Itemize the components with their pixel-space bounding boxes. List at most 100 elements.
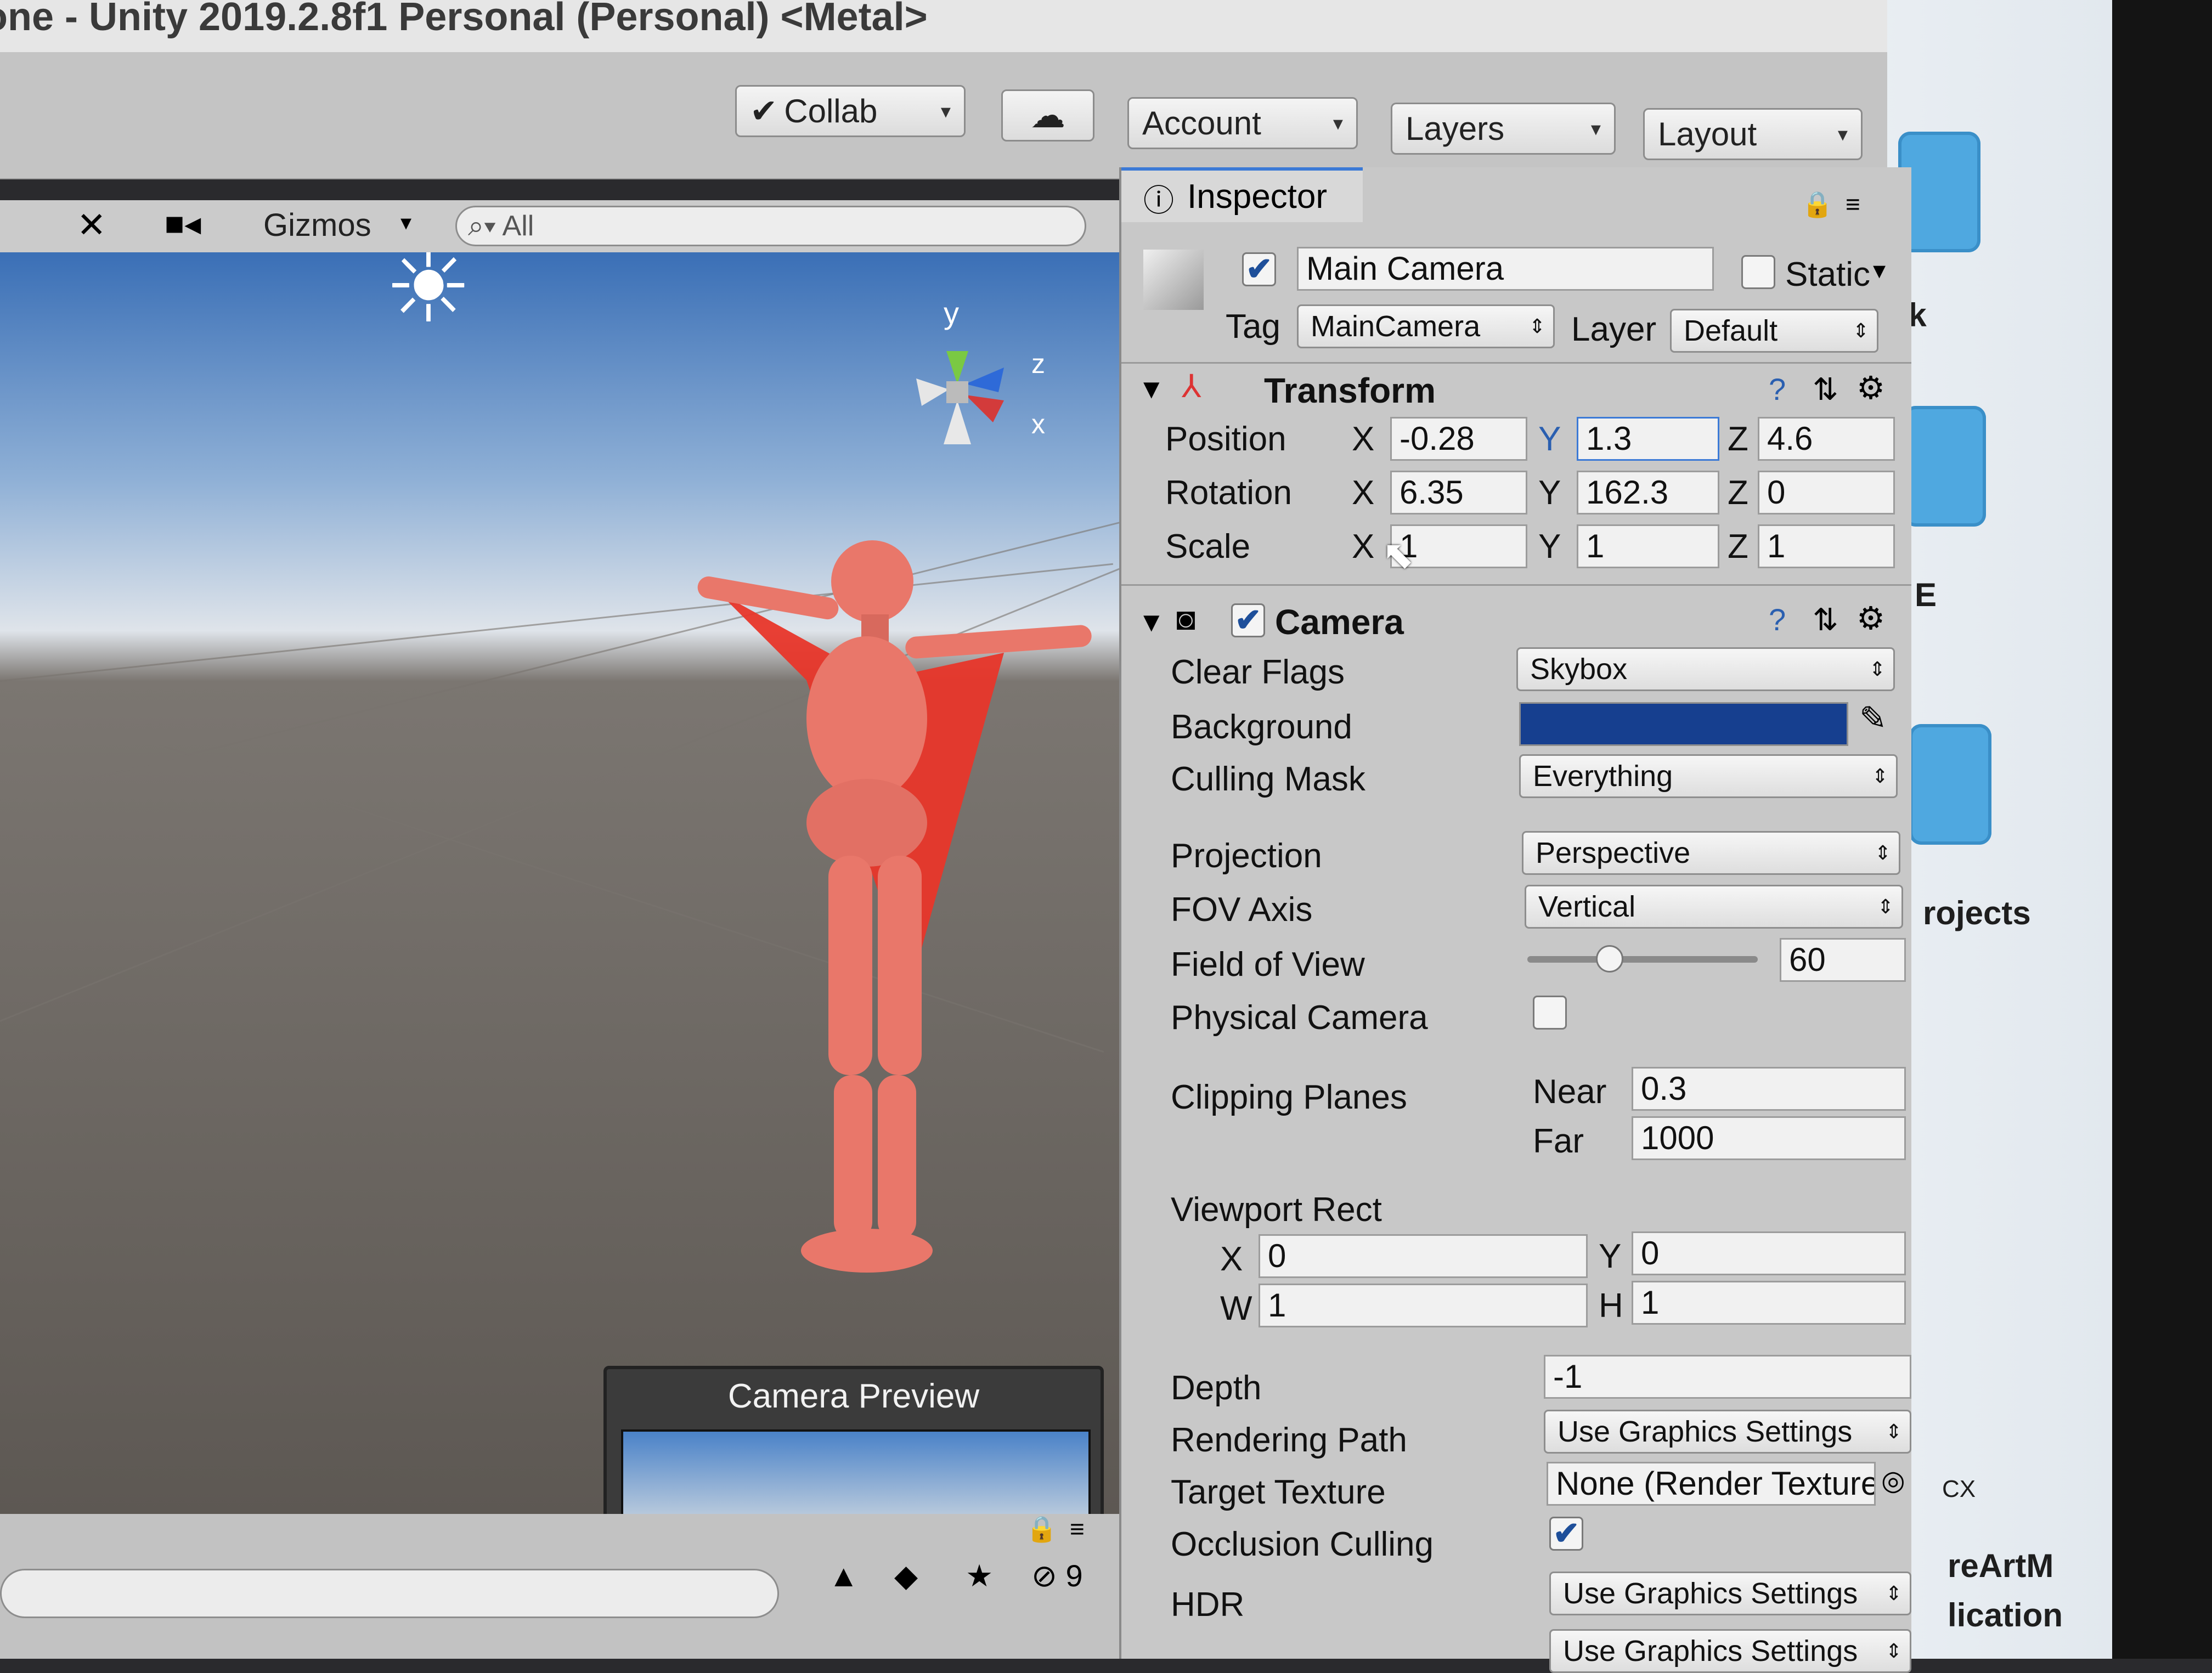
desktop-label: E [1915, 576, 1937, 613]
clear-flags-label: Clear Flags [1171, 653, 1345, 691]
rotation-x-field[interactable]: 6.35 [1390, 471, 1527, 515]
projection-dropdown[interactable]: Perspective ⇕ [1522, 831, 1900, 875]
project-search-input[interactable] [0, 1569, 779, 1618]
background-color-swatch[interactable] [1519, 702, 1848, 746]
lock-icon[interactable]: 🔒 [1026, 1514, 1057, 1544]
star-icon[interactable]: ★ [966, 1558, 993, 1594]
preset-icon[interactable]: ⇅ [1813, 371, 1838, 408]
camera-preview-panel: Camera Preview [603, 1366, 1104, 1514]
updown-icon: ⇕ [1874, 841, 1891, 864]
help-icon[interactable]: ? [1769, 602, 1786, 637]
scale-y-field[interactable]: 1 [1577, 524, 1719, 568]
target-texture-label: Target Texture [1171, 1473, 1386, 1511]
object-picker-icon[interactable]: ◎ [1881, 1465, 1905, 1496]
lock-icon[interactable]: 🔒 [1802, 189, 1833, 219]
viewport-w-field[interactable]: 1 [1259, 1284, 1588, 1327]
cloud-button[interactable]: ☁ [1001, 89, 1094, 142]
near-field[interactable]: 0.3 [1632, 1067, 1906, 1111]
position-z-field[interactable]: 4.6 [1758, 417, 1895, 461]
fov-field[interactable]: 60 [1780, 938, 1906, 982]
info-icon: ⓘ [1143, 183, 1174, 218]
eyedropper-icon[interactable]: ✎ [1859, 699, 1887, 738]
rotation-y-field[interactable]: 162.3 [1577, 471, 1719, 515]
account-dropdown[interactable]: Account ▾ [1127, 97, 1358, 149]
layer-value: Default [1684, 314, 1778, 347]
viewport-h-field[interactable]: 1 [1632, 1281, 1906, 1325]
tools-icon[interactable]: ✕ [77, 205, 106, 246]
target-texture-field[interactable]: None (Render Texture) [1547, 1462, 1876, 1506]
gear-icon[interactable]: ⚙ [1857, 600, 1885, 637]
foldout-arrow-icon[interactable]: ▼ [1138, 373, 1165, 405]
viewport-y-label: Y [1599, 1237, 1622, 1275]
chevron-down-icon[interactable]: ▾ [400, 210, 411, 235]
rotation-label: Rotation [1165, 474, 1292, 512]
check-circle-icon: ✔ [750, 92, 778, 129]
filter-by-type-icon[interactable]: ▲ [828, 1558, 859, 1593]
chevron-down-icon: ▾ [1333, 111, 1343, 134]
chevron-down-icon[interactable]: ▾ [1873, 255, 1886, 285]
occlusion-culling-label: Occlusion Culling [1171, 1525, 1434, 1563]
character-model[interactable] [675, 538, 1119, 1360]
monitor-bezel [2112, 0, 2212, 1659]
gear-icon[interactable]: ⚙ [1857, 369, 1885, 406]
account-label: Account [1142, 105, 1261, 142]
menu-icon[interactable]: ≡ [1070, 1514, 1085, 1544]
scene-viewport[interactable]: ☀ y z x Camera Preview [0, 252, 1119, 1514]
layer-dropdown[interactable]: Default ⇕ [1670, 309, 1878, 353]
folder-icon[interactable] [1909, 724, 1991, 845]
preset-icon[interactable]: ⇅ [1813, 602, 1838, 638]
near-label: Near [1533, 1073, 1607, 1111]
rotation-z-field[interactable]: 0 [1758, 471, 1895, 515]
occlusion-culling-checkbox[interactable]: ✔ [1549, 1517, 1583, 1551]
active-checkbox[interactable]: ✔ [1242, 252, 1276, 286]
hdr-dropdown[interactable]: Use Graphics Settings ⇕ [1549, 1572, 1911, 1615]
transform-icon: ⅄ [1182, 369, 1201, 404]
desktop-label: reArtM [1948, 1547, 2054, 1584]
layout-dropdown[interactable]: Layout ▾ [1643, 108, 1863, 160]
axis-y-label: Y [1538, 528, 1561, 566]
fov-axis-dropdown[interactable]: Vertical ⇕ [1525, 885, 1903, 929]
project-panel-bar: 🔒 ≡ ▲ ◆ ★ ⊘ 9 [0, 1514, 1119, 1659]
scale-z-field[interactable]: 1 [1758, 524, 1895, 568]
object-name-field[interactable]: Main Camera [1297, 247, 1714, 291]
position-y-field[interactable]: 1.3 [1577, 417, 1719, 461]
updown-icon: ⇕ [1852, 319, 1869, 342]
viewport-x-field[interactable]: 0 [1259, 1234, 1588, 1278]
position-x-field[interactable]: -0.28 [1390, 417, 1527, 461]
fov-slider-thumb[interactable] [1596, 945, 1623, 973]
msaa-dropdown[interactable]: Use Graphics Settings ⇕ [1549, 1629, 1911, 1673]
orientation-gizmo[interactable]: y z x [867, 291, 1075, 521]
fov-slider-track[interactable] [1527, 956, 1758, 963]
layers-dropdown[interactable]: Layers ▾ [1391, 103, 1616, 155]
gizmos-dropdown[interactable]: Gizmos [263, 207, 371, 244]
folder-icon[interactable] [1904, 406, 1986, 527]
far-field[interactable]: 1000 [1632, 1116, 1906, 1160]
menu-icon[interactable]: ≡ [1846, 189, 1860, 219]
updown-icon: ⇕ [1871, 765, 1888, 787]
depth-field[interactable]: -1 [1544, 1355, 1911, 1399]
hidden-packages-button[interactable]: ⊘ 9 [1031, 1558, 1083, 1594]
camera-preview-image [621, 1429, 1091, 1514]
viewport-y-field[interactable]: 0 [1632, 1231, 1906, 1275]
main-toolbar: ✔ Collab ▾ ☁ Account ▾ Layers ▾ Layout ▾ [0, 52, 1887, 179]
physical-camera-checkbox[interactable]: ✔ [1533, 996, 1567, 1030]
clear-flags-dropdown[interactable]: Skybox ⇕ [1516, 647, 1895, 691]
fov-axis-label: FOV Axis [1171, 891, 1313, 929]
tab-inspector[interactable]: ⓘ Inspector [1121, 167, 1363, 222]
help-icon[interactable]: ? [1769, 371, 1786, 407]
camera-enabled-checkbox[interactable]: ✔ [1231, 603, 1265, 637]
viewport-rect-label: Viewport Rect [1171, 1191, 1382, 1229]
collab-button[interactable]: ✔ Collab ▾ [735, 85, 966, 137]
rendering-path-dropdown[interactable]: Use Graphics Settings ⇕ [1544, 1410, 1911, 1454]
axis-x-label: X [1352, 420, 1375, 458]
foldout-arrow-icon[interactable]: ▼ [1138, 606, 1165, 638]
camera-title: Camera [1275, 602, 1404, 642]
video-icon[interactable]: ■◂ [165, 205, 201, 243]
rendering-path-label: Rendering Path [1171, 1421, 1407, 1459]
static-checkbox[interactable]: ✔ [1741, 255, 1775, 289]
tag-icon[interactable]: ◆ [894, 1558, 918, 1594]
search-input[interactable]: ⌕▾ All [455, 206, 1086, 246]
tag-dropdown[interactable]: MainCamera ⇕ [1297, 304, 1555, 348]
chevron-down-icon: ▾ [1590, 117, 1601, 140]
culling-mask-dropdown[interactable]: Everything ⇕ [1519, 754, 1898, 798]
